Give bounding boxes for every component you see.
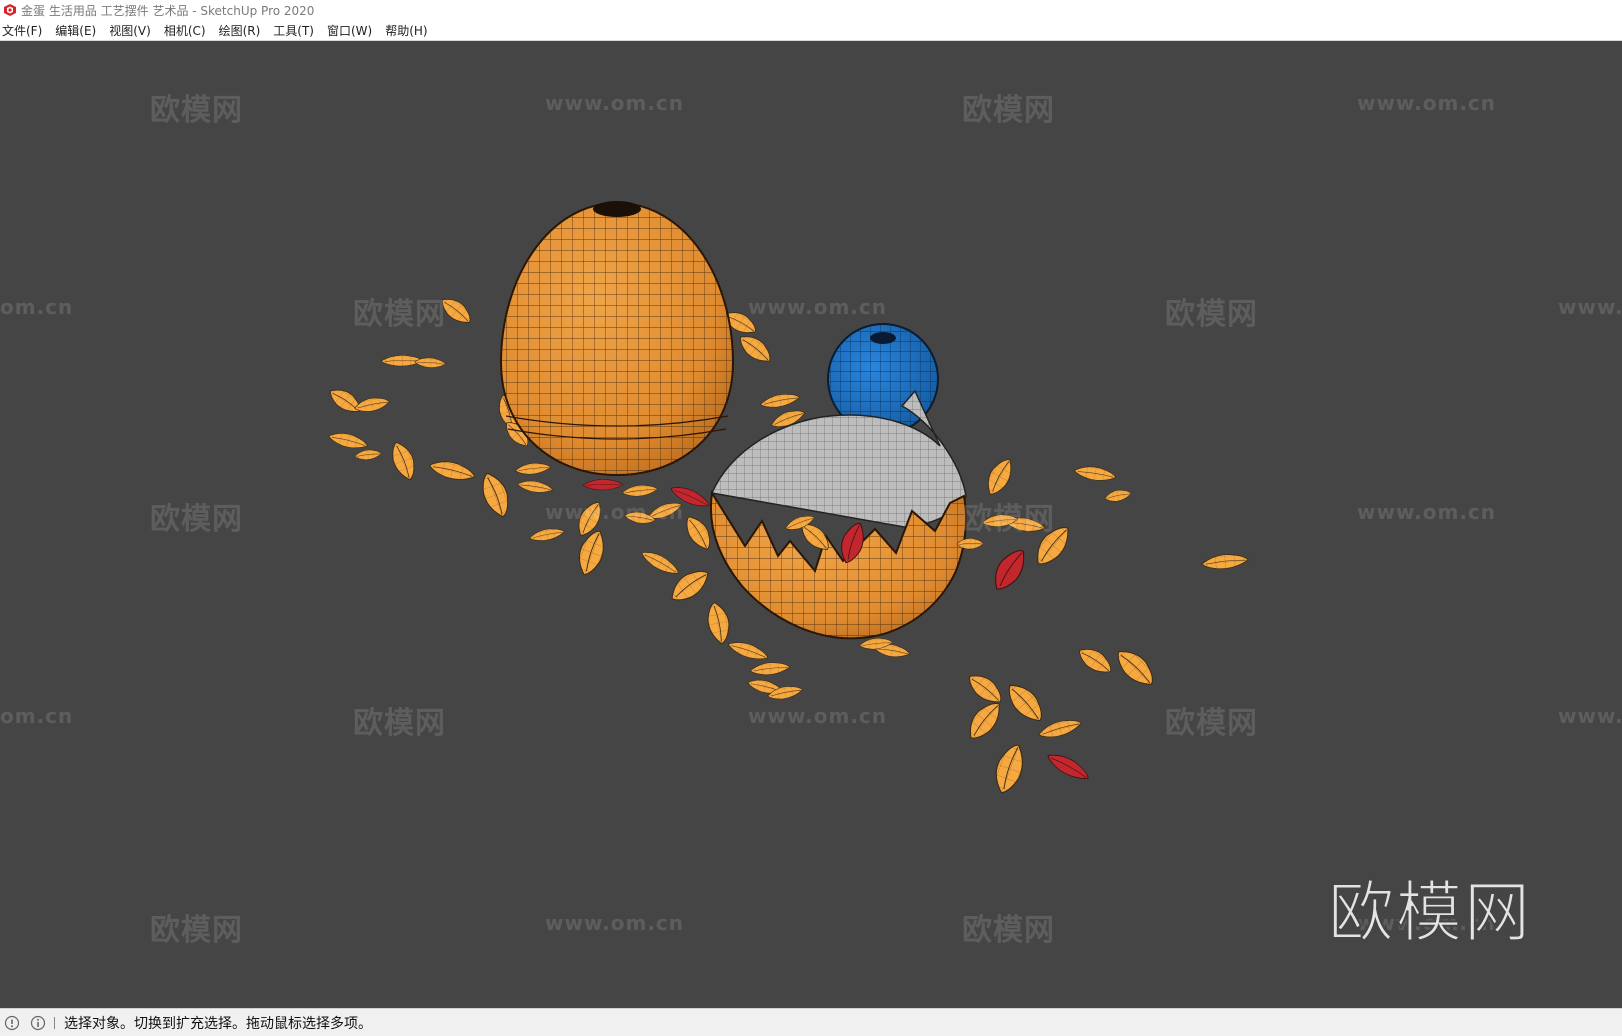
menu-window[interactable]: 窗口(W)	[325, 22, 379, 39]
menu-edit[interactable]: 编辑(E)	[53, 22, 103, 39]
menu-bar: 文件(F) 编辑(E) 视图(V) 相机(C) 绘图(R) 工具(T) 窗口(W…	[0, 20, 1622, 41]
menu-view[interactable]: 视图(V)	[107, 22, 158, 39]
info-icon[interactable]	[30, 1015, 46, 1031]
broken-shell	[709, 389, 967, 640]
right-flakes	[956, 454, 1250, 798]
sketchup-logo-icon	[2, 2, 18, 18]
menu-draw[interactable]: 绘图(R)	[217, 22, 268, 39]
model-viewport[interactable]: 欧模网 www.om.cn 欧模网 www.om.cn om.cn 欧模网 ww…	[0, 41, 1622, 1008]
title-bar: 金蛋 生活用品 工艺摆件 艺术品 - SketchUp Pro 2020	[0, 0, 1622, 20]
status-bar: 选择对象。切换到扩充选择。拖动鼠标选择多项。	[0, 1008, 1622, 1036]
status-message: 选择对象。切换到扩充选择。拖动鼠标选择多项。	[64, 1015, 372, 1032]
menu-tools[interactable]: 工具(T)	[271, 22, 321, 39]
status-divider	[54, 1016, 55, 1029]
window-title: 金蛋 生活用品 工艺摆件 艺术品 - SketchUp Pro 2020	[21, 3, 315, 18]
menu-file[interactable]: 文件(F)	[0, 22, 49, 39]
menu-camera[interactable]: 相机(C)	[162, 22, 213, 39]
watermark-brand-large: 欧模网	[1327, 873, 1532, 952]
golden-egg	[499, 201, 735, 477]
geolocation-icon[interactable]	[4, 1015, 20, 1031]
menu-help[interactable]: 帮助(H)	[383, 22, 434, 39]
